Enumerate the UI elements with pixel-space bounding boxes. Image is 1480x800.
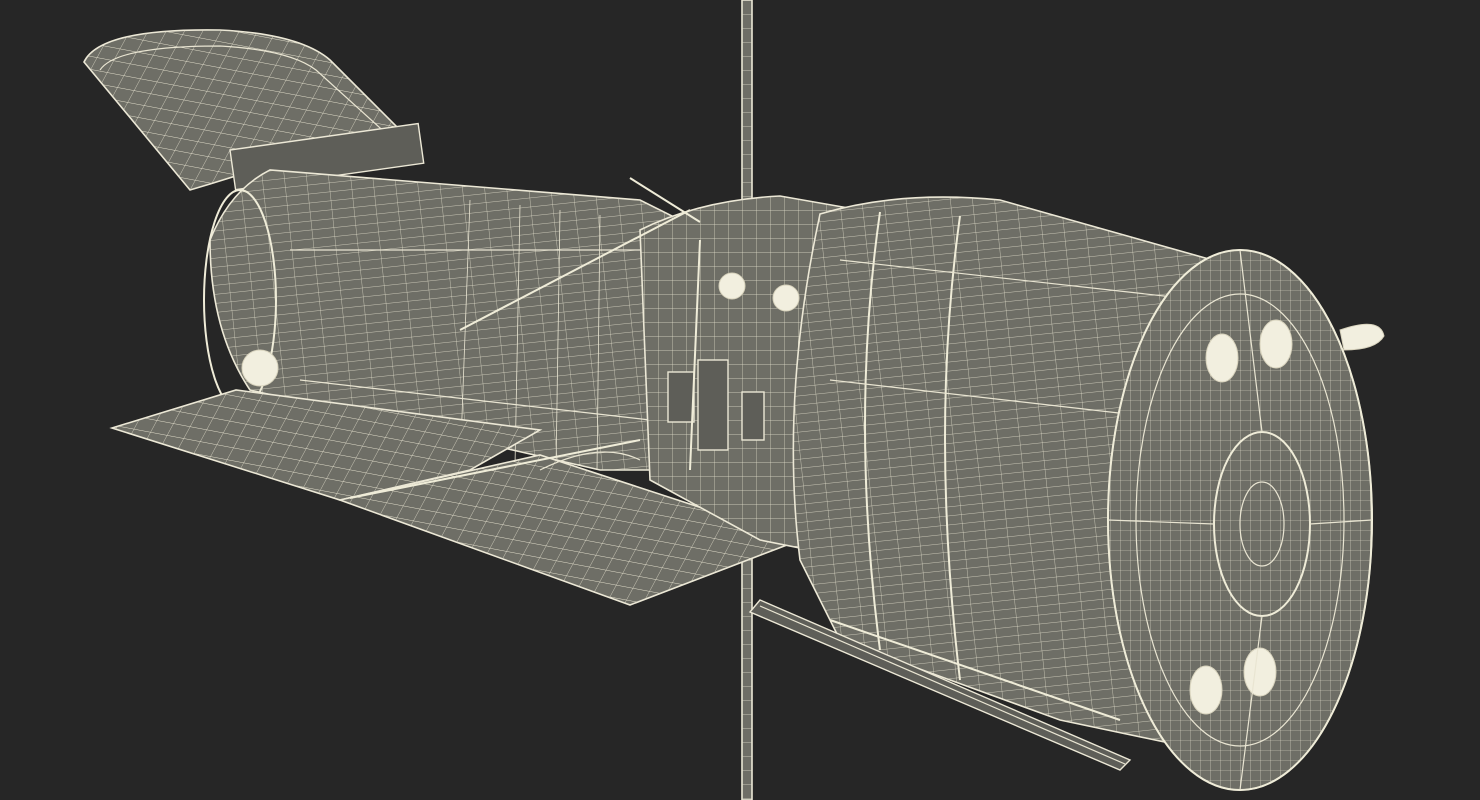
satellite-wireframe bbox=[83, 0, 1385, 800]
render-viewport bbox=[0, 0, 1480, 800]
aperture-door bbox=[83, 29, 425, 191]
end-cap-disc bbox=[1107, 249, 1385, 791]
